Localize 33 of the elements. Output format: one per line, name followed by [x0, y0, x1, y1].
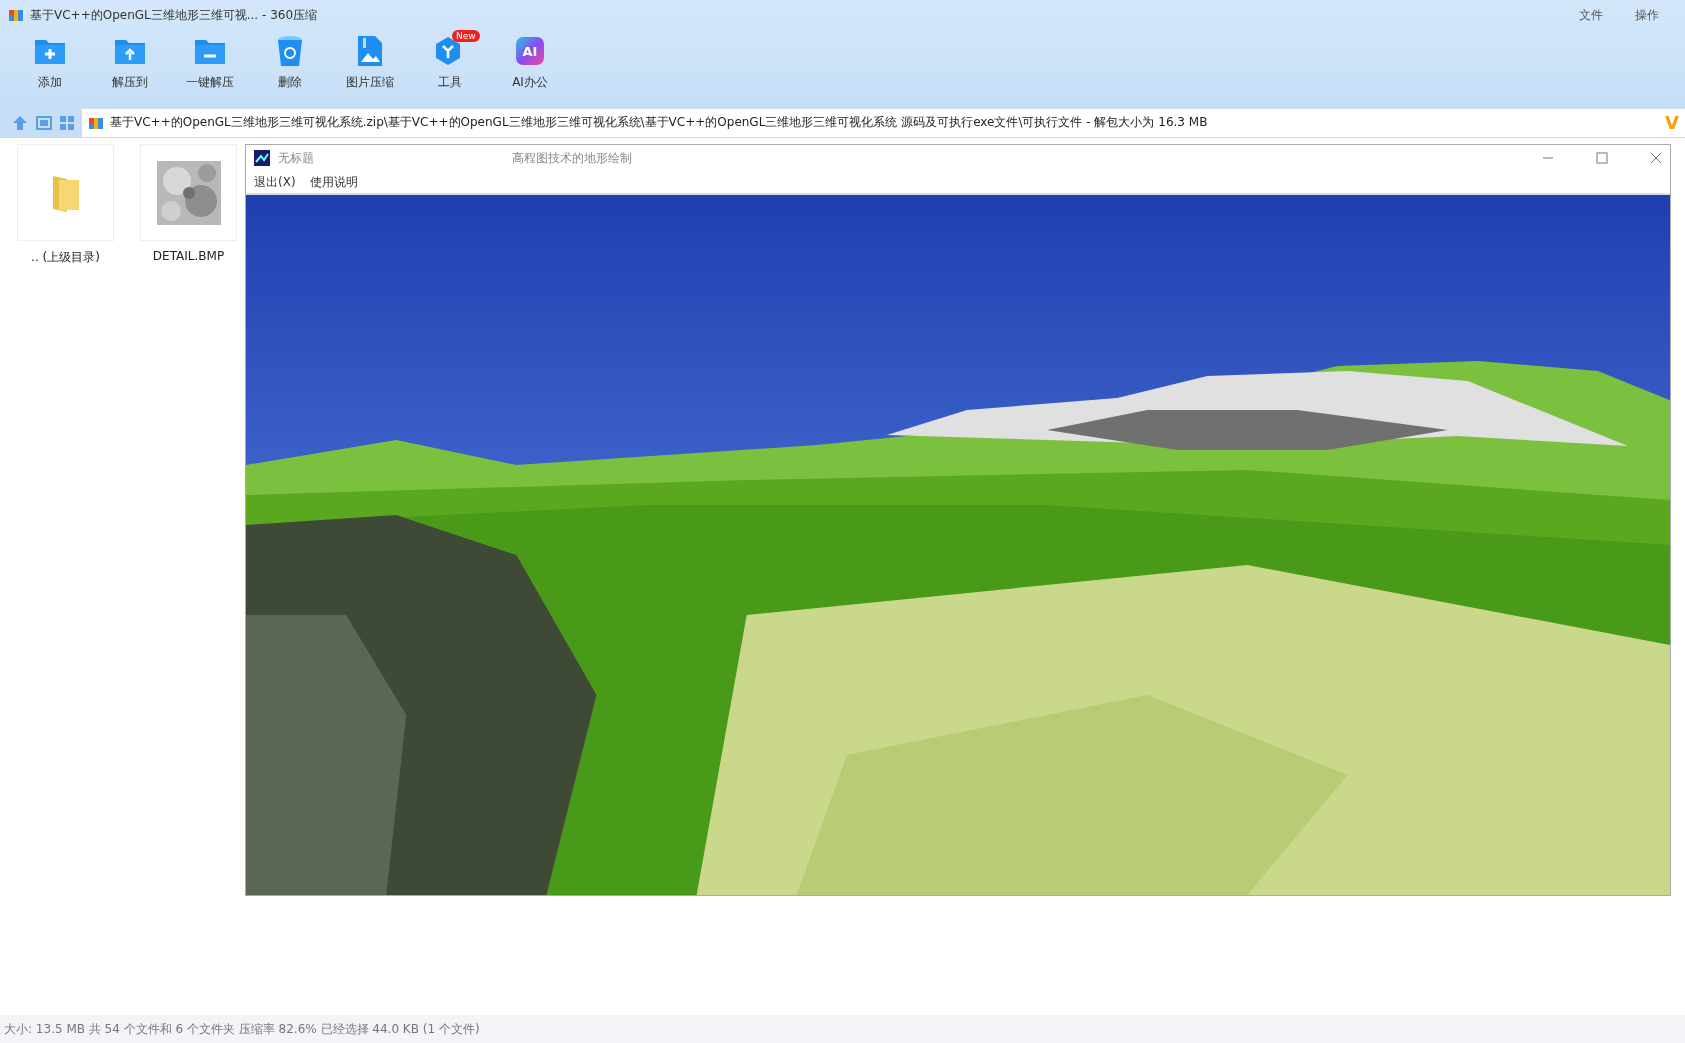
app-icon — [254, 150, 270, 166]
archive-icon — [8, 7, 24, 23]
toolbar-button[interactable]: 解压到 — [100, 30, 160, 95]
menu-item[interactable]: 退出(X) — [254, 173, 296, 191]
file-thumbnail[interactable] — [140, 144, 237, 241]
up-arrow-icon[interactable] — [12, 114, 28, 131]
new-badge: New — [452, 30, 480, 42]
toolbar-button[interactable]: 一键解压 — [180, 30, 240, 95]
maximize-icon[interactable] — [1596, 152, 1608, 164]
window-title: 无标题 — [278, 149, 314, 167]
image-file-icon — [357, 35, 383, 67]
toolbar-button[interactable]: 图片压缩 — [340, 30, 400, 95]
path-field[interactable]: 基于VC++的OpenGL三维地形三维可视化系统.zip\基于VC++的OpenGL三维地形三维可视化系统\基于VC++的OpenGL三维地形三维可视化系统 源码及可执行exe文件\可执行文件 - 解包大小为 16.3 MB V — [82, 108, 1685, 137]
logo: V — [1665, 112, 1679, 133]
status-bar: 大小: 13.5 MB 共 54 个文件和 6 个文件夹 压缩率 82.6% 已经选择 44.0 KB (1 个文件) — [0, 1015, 1685, 1043]
path-text: 基于VC++的OpenGL三维地形三维可视化系统.zip\基于VC++的OpenGL三维地形三维可视化系统\基于VC++的OpenGL三维地形三维可视化系统 源码及可执行exe文件\可执行文件 - 解包大小为 16.3 MB — [110, 114, 1209, 131]
toolbar-button[interactable]: 添加 — [20, 30, 80, 95]
toolbar-button[interactable]: New 工具 — [420, 30, 480, 95]
toolbar-button[interactable]: AI AI办公 — [500, 30, 560, 95]
grid-view-icon[interactable] — [60, 115, 74, 130]
file-name: .. (上级目录) — [31, 249, 100, 266]
toolbar-button[interactable]: 删除 — [260, 30, 320, 95]
file-name: DETAIL.BMP — [152, 249, 225, 263]
file-thumbnail[interactable] — [17, 144, 114, 241]
ai-icon: AI — [516, 37, 544, 65]
trash-icon — [277, 35, 303, 67]
menu-item[interactable]: 操作 — [1635, 6, 1659, 24]
menu-item[interactable]: 使用说明 — [309, 173, 358, 191]
window-caption: 高程图技术的地形绘制 — [511, 149, 633, 167]
window-title: 基于VC++的OpenGL三维地形三维可视... - 360压缩 — [30, 6, 318, 24]
close-icon[interactable] — [1650, 152, 1662, 164]
list-view-icon[interactable] — [36, 115, 52, 130]
menu-item[interactable]: 文件 — [1579, 6, 1603, 24]
